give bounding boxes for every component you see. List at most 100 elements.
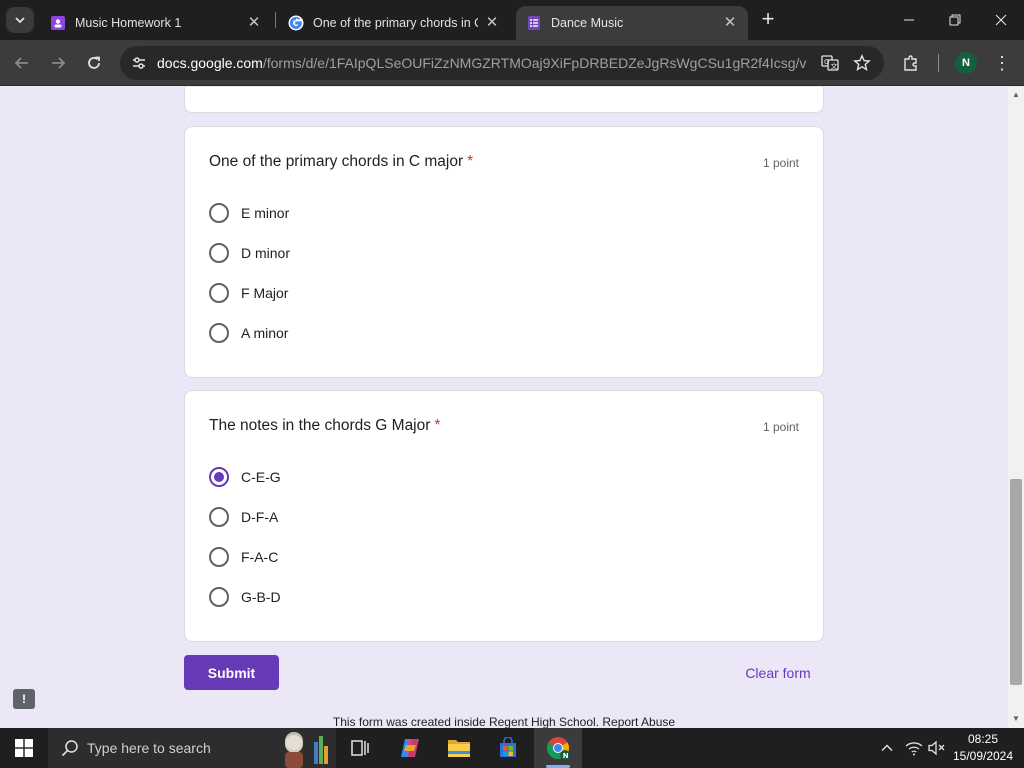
folder-icon bbox=[448, 740, 470, 757]
minimize-button[interactable] bbox=[886, 0, 932, 40]
required-asterisk: * bbox=[467, 153, 474, 170]
radio-button[interactable] bbox=[209, 547, 229, 567]
microsoft-store-button[interactable] bbox=[484, 728, 532, 768]
tab-primary-chords[interactable]: One of the primary chords in C ✕ bbox=[278, 6, 510, 40]
restore-button[interactable] bbox=[932, 0, 978, 40]
option-f-major[interactable]: F Major bbox=[209, 281, 288, 305]
page-scrollbar[interactable]: ▲ ▼ bbox=[1008, 87, 1024, 728]
svg-text:N: N bbox=[563, 752, 569, 760]
close-icon[interactable]: ✕ bbox=[246, 15, 262, 31]
search-placeholder: Type here to search bbox=[87, 740, 211, 756]
taskbar-search[interactable]: Type here to search bbox=[48, 728, 336, 768]
option-f-a-c[interactable]: F-A-C bbox=[209, 545, 278, 569]
radio-button[interactable] bbox=[209, 323, 229, 343]
start-button[interactable] bbox=[0, 728, 48, 768]
google-icon bbox=[288, 15, 304, 31]
svg-text:文: 文 bbox=[831, 62, 838, 71]
toolbar-divider bbox=[938, 54, 939, 72]
search-icon bbox=[60, 738, 80, 758]
copilot-icon bbox=[401, 739, 419, 757]
option-g-b-d[interactable]: G-B-D bbox=[209, 585, 281, 609]
option-d-f-a[interactable]: D-F-A bbox=[209, 505, 278, 529]
volume-muted-icon bbox=[928, 740, 945, 756]
close-icon[interactable]: ✕ bbox=[722, 15, 738, 31]
scroll-up-icon[interactable]: ▲ bbox=[1012, 91, 1020, 99]
tab-music-homework[interactable]: Music Homework 1 ✕ bbox=[40, 6, 272, 40]
url-text[interactable]: docs.google.com/forms/d/e/1FAIpQLSeOUFiZ… bbox=[157, 55, 807, 71]
file-explorer-button[interactable] bbox=[435, 728, 483, 768]
option-label: F Major bbox=[241, 285, 289, 301]
radio-button[interactable] bbox=[209, 243, 229, 263]
chrome-taskbar-button[interactable]: N bbox=[534, 728, 582, 768]
network-button[interactable] bbox=[902, 728, 926, 768]
copilot-button[interactable] bbox=[386, 728, 434, 768]
translate-icon[interactable]: G文 bbox=[820, 53, 840, 73]
wifi-icon bbox=[905, 742, 923, 756]
question-text: One of the primary chords in C major bbox=[209, 153, 464, 170]
extensions-icon[interactable] bbox=[900, 52, 922, 74]
minimize-icon bbox=[904, 19, 914, 21]
url-host: docs.google.com bbox=[157, 55, 263, 71]
radio-button[interactable] bbox=[209, 283, 229, 303]
tab-search-button[interactable] bbox=[6, 7, 34, 33]
option-c-e-g[interactable]: C-E-G bbox=[209, 465, 281, 489]
clock-time: 08:25 bbox=[967, 732, 999, 746]
browser-toolbar: docs.google.com/forms/d/e/1FAIpQLSeOUFiZ… bbox=[0, 40, 1024, 86]
form-footer: This form was created inside Regent High… bbox=[332, 715, 676, 728]
tab-divider bbox=[275, 12, 276, 28]
question-points: 1 point bbox=[762, 156, 799, 170]
question-card: One of the primary chords in C major * 1 … bbox=[184, 126, 824, 378]
option-label: F-A-C bbox=[241, 549, 279, 565]
tab-title: Dance Music bbox=[551, 16, 624, 30]
page-viewport: One of the primary chords in C major * 1 … bbox=[0, 87, 1008, 728]
forward-button[interactable] bbox=[46, 51, 70, 75]
volume-button[interactable] bbox=[926, 728, 948, 768]
reload-button[interactable] bbox=[82, 51, 106, 75]
option-label: C-E-G bbox=[241, 469, 281, 485]
feedback-icon[interactable]: ! bbox=[13, 689, 35, 709]
site-info-icon[interactable] bbox=[128, 52, 150, 74]
submit-button[interactable]: Submit bbox=[184, 655, 279, 690]
previous-question-card bbox=[184, 87, 824, 113]
window-close-button[interactable] bbox=[978, 0, 1024, 40]
search-highlight-illustration-icon bbox=[285, 732, 328, 768]
task-view-button[interactable] bbox=[336, 728, 384, 768]
more-menu-icon[interactable]: ⋮ bbox=[992, 52, 1012, 74]
radio-button-selected[interactable] bbox=[209, 467, 229, 487]
restore-icon bbox=[949, 14, 961, 26]
address-bar[interactable]: docs.google.com/forms/d/e/1FAIpQLSeOUFiZ… bbox=[120, 46, 884, 80]
tab-strip: Music Homework 1 ✕ One of the primary ch… bbox=[0, 0, 1024, 40]
taskbar-clock[interactable]: 08:25 15/09/2024 bbox=[948, 731, 1018, 765]
radio-button[interactable] bbox=[209, 203, 229, 223]
question-card: The notes in the chords G Major * 1 point… bbox=[184, 390, 824, 642]
option-label: G-B-D bbox=[241, 589, 281, 605]
close-icon bbox=[995, 14, 1007, 26]
bookmark-star-icon[interactable] bbox=[852, 53, 872, 73]
option-a-minor[interactable]: A minor bbox=[209, 321, 288, 345]
tab-dance-music[interactable]: Dance Music ✕ bbox=[516, 6, 748, 40]
scroll-down-icon[interactable]: ▼ bbox=[1012, 715, 1020, 723]
tab-title: Music Homework 1 bbox=[75, 16, 182, 30]
option-d-minor[interactable]: D minor bbox=[209, 241, 290, 265]
show-hidden-icons-button[interactable] bbox=[876, 728, 898, 768]
chevron-down-icon bbox=[15, 17, 25, 24]
question-title: One of the primary chords in C major * bbox=[209, 153, 473, 171]
clear-form-button[interactable]: Clear form bbox=[732, 655, 824, 690]
close-icon[interactable]: ✕ bbox=[484, 15, 500, 31]
back-button[interactable] bbox=[10, 51, 34, 75]
svg-text:G: G bbox=[824, 58, 829, 66]
required-asterisk: * bbox=[434, 417, 441, 434]
forward-arrow-icon bbox=[52, 57, 66, 69]
scroll-thumb[interactable] bbox=[1010, 479, 1022, 685]
chrome-icon: N bbox=[547, 737, 570, 760]
option-label: D minor bbox=[241, 245, 291, 261]
option-label: E minor bbox=[241, 205, 290, 221]
option-e-minor[interactable]: E minor bbox=[209, 201, 289, 225]
radio-button[interactable] bbox=[209, 507, 229, 527]
profile-avatar[interactable]: N bbox=[955, 52, 977, 74]
radio-button[interactable] bbox=[209, 587, 229, 607]
new-tab-button[interactable]: + bbox=[756, 8, 780, 32]
option-label: A minor bbox=[241, 325, 289, 341]
google-classroom-icon bbox=[50, 15, 66, 31]
question-title: The notes in the chords G Major * bbox=[209, 417, 440, 435]
